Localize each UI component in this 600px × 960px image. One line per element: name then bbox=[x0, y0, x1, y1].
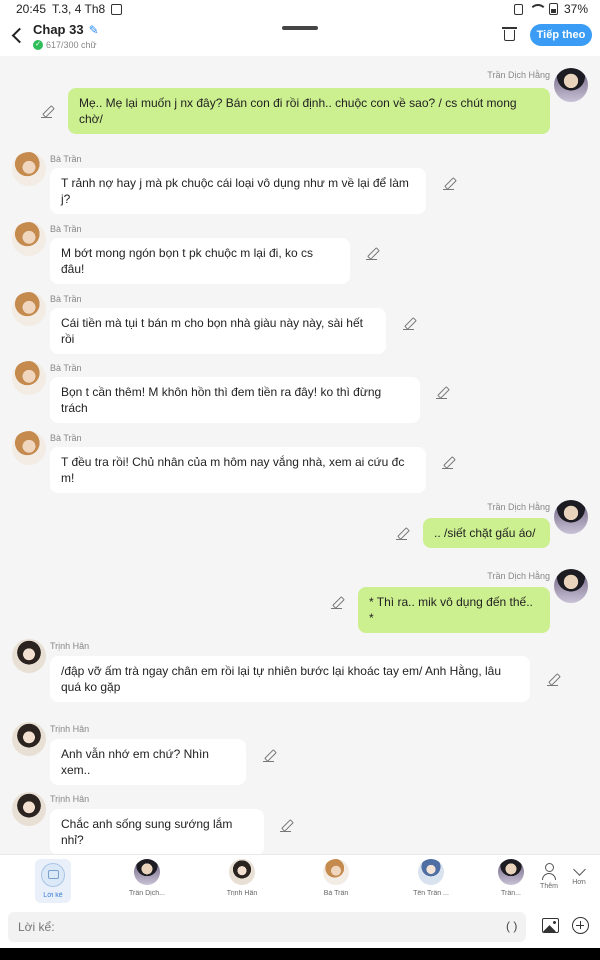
avatar-trinh-han[interactable] bbox=[12, 722, 46, 756]
avatar bbox=[134, 859, 160, 885]
trash-icon[interactable] bbox=[502, 27, 517, 41]
status-bar: 20:45 T.3, 4 Th8 37% bbox=[0, 0, 600, 18]
character-tran-partial[interactable]: Trần... bbox=[496, 859, 526, 897]
status-time: 20:45 bbox=[16, 2, 47, 16]
image-icon[interactable] bbox=[542, 918, 559, 933]
page-title: Chap 33 bbox=[33, 22, 84, 37]
character-ba-tran[interactable]: Bà Trần bbox=[306, 859, 366, 897]
message-bubble[interactable]: M bớt mong ngón bọn t pk chuộc m lại đi,… bbox=[50, 238, 350, 284]
avatar-ba-tran[interactable] bbox=[12, 292, 46, 326]
narration-input[interactable] bbox=[8, 912, 526, 942]
character-label: Trần... bbox=[501, 890, 521, 897]
add-person-icon bbox=[542, 863, 556, 880]
avatar bbox=[498, 859, 524, 885]
avatar bbox=[418, 859, 444, 885]
back-arrow-icon[interactable] bbox=[10, 27, 26, 43]
character-label: Lời kể bbox=[43, 892, 63, 899]
add-icon[interactable] bbox=[572, 917, 589, 934]
chat-area: Trần Dịch Hằng Mẹ.. Mẹ lại muốn j nx đây… bbox=[0, 56, 600, 855]
chapter-header: Chap 33 ✎ ✓ 617/300 chữ Tiếp theo bbox=[0, 18, 600, 56]
character-label: Trần Dịch... bbox=[129, 890, 165, 897]
avatar-tran-dich-hang[interactable] bbox=[554, 569, 588, 603]
status-date: T.3, 4 Th8 bbox=[52, 2, 106, 16]
speaker-name: Trần Dịch Hằng bbox=[487, 571, 550, 581]
title-block: Chap 33 ✎ ✓ 617/300 chữ bbox=[33, 22, 99, 50]
chevron-down-icon bbox=[572, 863, 586, 876]
edit-pencil-icon[interactable] bbox=[263, 750, 275, 762]
message-bubble[interactable]: T đều tra rồi! Chủ nhân của m hôm nay vắ… bbox=[50, 447, 426, 493]
character-narrator[interactable]: Lời kể bbox=[35, 859, 71, 903]
message-bubble[interactable]: Cái tiền mà tụi t bán m cho bọn nhà giàu… bbox=[50, 308, 386, 354]
battery-icon bbox=[548, 3, 558, 15]
speaker-name: Trần Dịch Hằng bbox=[487, 70, 550, 80]
speaker-name: Trịnh Hân bbox=[50, 724, 90, 734]
speaker-name: Bà Trần bbox=[50, 224, 82, 234]
composer-bar: ( ) bbox=[0, 906, 600, 948]
character-label: Trịnh Hân bbox=[226, 890, 258, 897]
character-label: Tên Trần ... bbox=[413, 890, 449, 897]
edit-pencil-icon[interactable] bbox=[41, 106, 53, 118]
message-bubble[interactable]: /đập vỡ ấm trà ngay chân em rồi lại tự n… bbox=[50, 656, 530, 702]
edit-pencil-icon[interactable] bbox=[436, 387, 448, 399]
message-bubble[interactable]: Anh vẫn nhớ em chứ? Nhìn xem.. bbox=[50, 739, 246, 785]
avatar-ba-tran[interactable] bbox=[12, 222, 46, 256]
next-button[interactable]: Tiếp theo bbox=[530, 24, 592, 46]
speaker-name: Trần Dịch Hằng bbox=[487, 502, 550, 512]
character-label: Bà Trần bbox=[323, 890, 349, 897]
message-bubble[interactable]: Chắc anh sống sung sướng lắm nhỉ? bbox=[50, 809, 264, 855]
parentheses-button[interactable]: ( ) bbox=[506, 919, 517, 933]
speaker-name: Bà Trần bbox=[50, 294, 82, 304]
avatar-trinh-han[interactable] bbox=[12, 639, 46, 673]
wifi-icon bbox=[528, 4, 547, 14]
message-bubble[interactable]: Bọn t cần thêm! M khôn hồn thì đem tiền … bbox=[50, 377, 420, 423]
edit-pencil-icon[interactable] bbox=[442, 457, 454, 469]
speaker-name: Bà Trần bbox=[50, 154, 82, 164]
avatar-tran-dich-hang[interactable] bbox=[554, 500, 588, 534]
edit-pencil-icon[interactable] bbox=[547, 674, 559, 686]
gallery-notification-icon bbox=[111, 3, 123, 15]
avatar-ba-tran[interactable] bbox=[12, 152, 46, 186]
avatar-ba-tran[interactable] bbox=[12, 361, 46, 395]
more-button[interactable]: Hơn bbox=[564, 863, 594, 886]
check-icon: ✓ bbox=[33, 40, 43, 50]
character-selector: Lời kể Trần Dịch... Trịnh Hân Bà Trần Tê… bbox=[0, 854, 600, 906]
add-character-button[interactable]: Thêm bbox=[534, 863, 564, 890]
speaker-name: Bà Trần bbox=[50, 433, 82, 443]
word-count: 617/300 chữ bbox=[46, 40, 97, 50]
avatar bbox=[323, 859, 349, 885]
edit-pencil-icon[interactable] bbox=[280, 820, 292, 832]
avatar bbox=[229, 859, 255, 885]
system-nav-bar bbox=[0, 948, 600, 960]
message-bubble[interactable]: T rảnh nợ hay j mà pk chuộc cái loại vô … bbox=[50, 168, 426, 214]
edit-pencil-icon[interactable] bbox=[403, 318, 415, 330]
character-tran-dich-hang[interactable]: Trần Dịch... bbox=[117, 859, 177, 897]
battery-percent: 37% bbox=[563, 2, 588, 16]
avatar-ba-tran[interactable] bbox=[12, 431, 46, 465]
speaker-name: Trịnh Hân bbox=[50, 794, 90, 804]
edit-title-icon[interactable]: ✎ bbox=[89, 23, 99, 37]
edit-pencil-icon[interactable] bbox=[443, 178, 455, 190]
message-bubble[interactable]: Mẹ.. Mẹ lại muốn j nx đây? Bán con đi rồ… bbox=[68, 88, 550, 134]
add-label: Thêm bbox=[540, 883, 558, 890]
speaker-name: Bà Trần bbox=[50, 363, 82, 373]
more-label: Hơn bbox=[572, 879, 586, 886]
edit-pencil-icon[interactable] bbox=[396, 528, 408, 540]
narrator-icon bbox=[41, 863, 65, 887]
avatar-tran-dich-hang[interactable] bbox=[554, 68, 588, 102]
message-bubble[interactable]: .. /siết chặt gấu áo/ bbox=[423, 518, 550, 548]
battery-saver-icon bbox=[513, 3, 523, 15]
character-trinh-han[interactable]: Trịnh Hân bbox=[212, 859, 272, 897]
drag-handle[interactable] bbox=[282, 26, 318, 30]
edit-pencil-icon[interactable] bbox=[366, 248, 378, 260]
avatar-trinh-han[interactable] bbox=[12, 792, 46, 826]
edit-pencil-icon[interactable] bbox=[331, 597, 343, 609]
character-ten-tran[interactable]: Tên Trần ... bbox=[401, 859, 461, 897]
message-bubble[interactable]: * Thì ra.. mik vô dụng đến thế.. * bbox=[358, 587, 550, 633]
speaker-name: Trịnh Hân bbox=[50, 641, 90, 651]
